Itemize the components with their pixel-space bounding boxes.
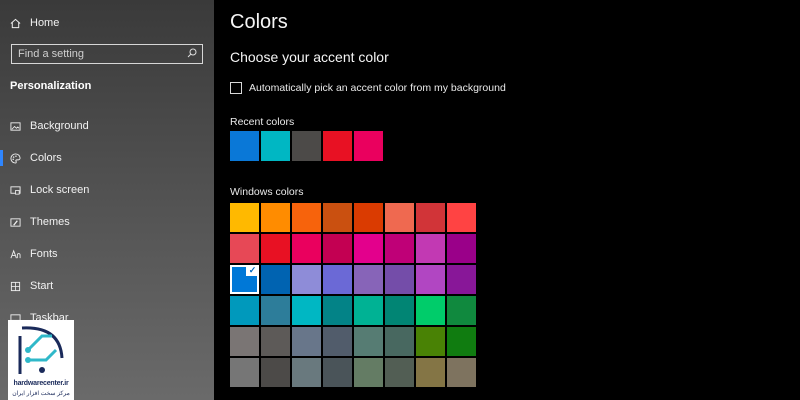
circuit-logo-icon [18, 326, 64, 374]
windows-color-swatch[interactable] [323, 265, 352, 294]
sidebar-item-label: Colors [30, 152, 62, 164]
home-icon [0, 18, 30, 29]
search-placeholder: Find a setting [18, 48, 85, 60]
recent-color-swatch[interactable] [292, 131, 321, 161]
windows-colors-label: Windows colors [230, 186, 304, 198]
windows-color-swatch[interactable] [292, 358, 321, 387]
windows-color-swatch[interactable] [385, 296, 414, 325]
recent-colors [230, 131, 383, 161]
windows-color-swatch[interactable] [447, 296, 476, 325]
windows-color-swatch[interactable] [385, 234, 414, 263]
hardwarecenter-logo: hardwarecenter.ir مرکز سخت افزار ایران [8, 320, 74, 400]
watermark-brand-fa: مرکز سخت افزار ایران [12, 391, 70, 397]
windows-color-swatch[interactable] [354, 327, 383, 356]
windows-color-swatch[interactable] [447, 203, 476, 232]
windows-color-swatch[interactable] [261, 358, 290, 387]
windows-colors-grid: ✓ [230, 203, 476, 387]
lock-screen-icon [0, 185, 30, 196]
windows-color-swatch[interactable] [230, 234, 259, 263]
recent-color-swatch[interactable] [230, 131, 259, 161]
palette-icon [0, 152, 30, 164]
windows-color-swatch[interactable] [447, 234, 476, 263]
windows-color-swatch[interactable] [230, 203, 259, 232]
windows-color-swatch[interactable] [354, 234, 383, 263]
windows-color-swatch[interactable] [385, 358, 414, 387]
windows-color-swatch[interactable] [416, 265, 445, 294]
sidebar-item-label: Themes [30, 216, 70, 228]
sidebar-item-fonts[interactable]: Fonts [0, 242, 214, 266]
windows-color-swatch[interactable] [261, 327, 290, 356]
windows-color-swatch[interactable] [385, 327, 414, 356]
windows-color-swatch[interactable] [261, 234, 290, 263]
sidebar-item-label: Lock screen [30, 184, 90, 196]
windows-color-swatch[interactable] [354, 358, 383, 387]
windows-color-swatch[interactable] [292, 296, 321, 325]
windows-color-swatch[interactable] [230, 296, 259, 325]
windows-color-swatch[interactable] [447, 327, 476, 356]
nav-home[interactable]: Home [0, 11, 214, 35]
start-icon [0, 281, 30, 292]
sidebar-item-themes[interactable]: Themes [0, 210, 214, 234]
sidebar-item-colors[interactable]: Colors [0, 146, 214, 170]
font-icon [0, 249, 30, 260]
windows-color-swatch[interactable] [261, 203, 290, 232]
search-input[interactable]: Find a setting [11, 44, 203, 64]
windows-color-swatch[interactable] [447, 358, 476, 387]
sidebar-item-label: Fonts [30, 248, 58, 260]
windows-color-swatch[interactable] [416, 234, 445, 263]
sidebar-item-background[interactable]: Background [0, 114, 214, 138]
windows-color-swatch[interactable] [230, 358, 259, 387]
windows-color-swatch[interactable] [323, 358, 352, 387]
checkmark-icon: ✓ [246, 265, 259, 276]
sidebar-item-lock-screen[interactable]: Lock screen [0, 178, 214, 202]
windows-color-swatch[interactable] [447, 265, 476, 294]
auto-pick-checkbox[interactable] [230, 82, 242, 94]
windows-color-swatch[interactable] [354, 265, 383, 294]
colors-page: Colors Choose your accent color Automati… [214, 0, 800, 400]
auto-pick-option[interactable]: Automatically pick an accent color from … [230, 82, 506, 94]
windows-color-swatch[interactable] [323, 296, 352, 325]
windows-color-swatch[interactable] [261, 296, 290, 325]
windows-color-swatch[interactable] [292, 265, 321, 294]
section-title: Personalization [10, 80, 92, 92]
auto-pick-label: Automatically pick an accent color from … [249, 82, 506, 94]
windows-color-swatch[interactable] [230, 327, 259, 356]
windows-color-swatch[interactable]: ✓ [230, 265, 259, 294]
sidebar-item-label: Background [30, 120, 89, 132]
windows-color-swatch[interactable] [416, 203, 445, 232]
windows-color-swatch[interactable] [385, 203, 414, 232]
windows-color-swatch[interactable] [416, 327, 445, 356]
windows-color-swatch[interactable] [354, 203, 383, 232]
windows-color-swatch[interactable] [323, 327, 352, 356]
windows-color-swatch[interactable] [292, 234, 321, 263]
page-title: Colors [230, 11, 288, 33]
windows-color-swatch[interactable] [385, 265, 414, 294]
brush-icon [0, 217, 30, 228]
recent-color-swatch[interactable] [323, 131, 352, 161]
sidebar-item-start[interactable]: Start [0, 274, 214, 298]
windows-color-swatch[interactable] [416, 358, 445, 387]
windows-color-swatch[interactable] [292, 327, 321, 356]
recent-color-swatch[interactable] [354, 131, 383, 161]
watermark-brand: hardwarecenter.ir [13, 380, 69, 387]
windows-color-swatch[interactable] [323, 234, 352, 263]
windows-color-swatch[interactable] [416, 296, 445, 325]
accent-color-heading: Choose your accent color [230, 49, 389, 65]
sidebar-item-label: Start [30, 280, 54, 292]
nav-home-label: Home [30, 17, 60, 29]
recent-color-swatch[interactable] [261, 131, 290, 161]
windows-color-swatch[interactable] [323, 203, 352, 232]
search-icon [187, 48, 197, 61]
recent-colors-label: Recent colors [230, 116, 295, 128]
windows-color-swatch[interactable] [292, 203, 321, 232]
image-icon [0, 121, 30, 132]
windows-color-swatch[interactable] [354, 296, 383, 325]
windows-color-swatch[interactable] [261, 265, 290, 294]
